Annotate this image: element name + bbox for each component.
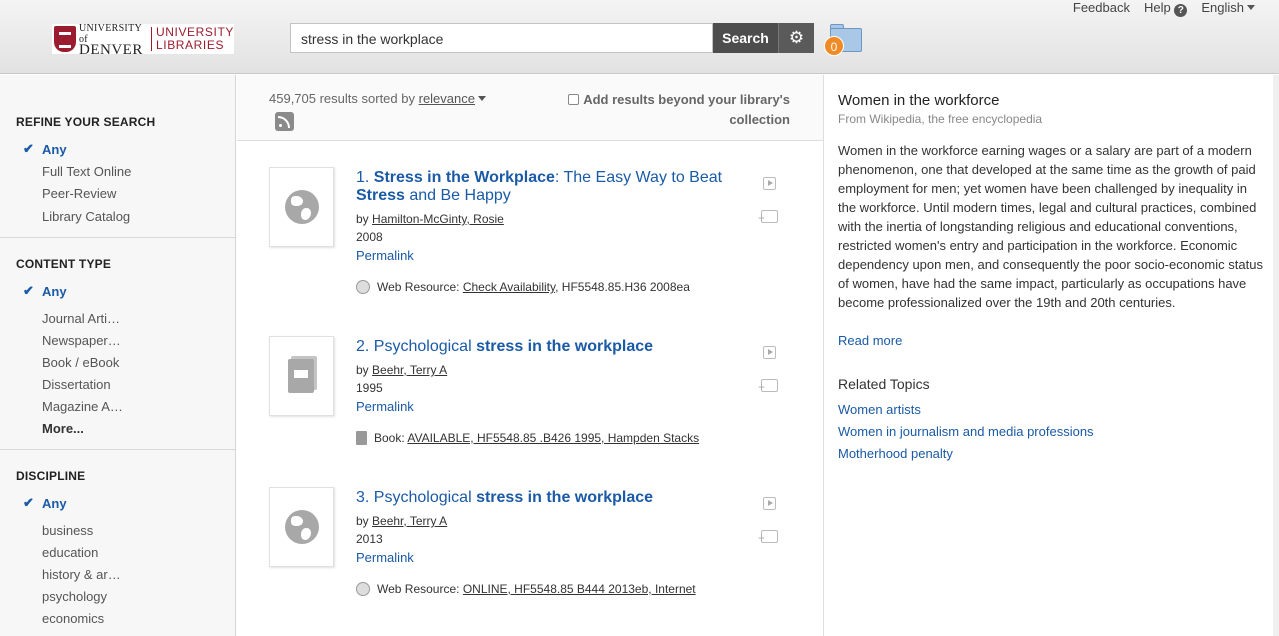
scrollbar[interactable] (1273, 75, 1279, 636)
results-header: 459,705 results sorted by relevance Add … (237, 75, 823, 141)
result-availability: Web Resource: Check Availability, HF5548… (356, 280, 690, 294)
top-nav: Feedback Help ? English (1073, 0, 1255, 17)
permalink[interactable]: Permalink (356, 550, 414, 565)
web-resource-icon (356, 582, 370, 596)
preview-icon[interactable] (763, 346, 776, 359)
feedback-link[interactable]: Feedback (1073, 0, 1130, 17)
web-resource-icon (356, 280, 370, 294)
facet-item-any[interactable]: Any (42, 142, 67, 157)
facet-item-any[interactable]: Any (42, 496, 67, 511)
result-availability: Web Resource: ONLINE, HF5548.85 B444 201… (356, 582, 696, 596)
facet-title-discipline: DISCIPLINE (16, 469, 86, 483)
topic-source: From Wikipedia, the free encyclopedia (838, 112, 1043, 126)
language-select[interactable]: English (1201, 0, 1255, 17)
facet-item-business[interactable]: business (42, 523, 93, 538)
read-more-link[interactable]: Read more (838, 333, 902, 348)
add-to-folder-icon[interactable] (758, 530, 778, 544)
availability-link[interactable]: Check Availability (463, 280, 555, 294)
result-author: by Beehr, Terry A (356, 514, 448, 528)
gear-icon[interactable]: ⚙ (778, 23, 814, 53)
facet-title-content-type: CONTENT TYPE (16, 257, 112, 271)
facet-item-any[interactable]: Any (42, 284, 67, 299)
result-year: 2008 (356, 230, 383, 244)
facet-item-magazine[interactable]: Magazine A… (42, 399, 123, 414)
checkmark-icon: ✔ (23, 141, 34, 156)
related-topic-link[interactable]: Motherhood penalty (838, 446, 953, 461)
help-link[interactable]: Help ? (1144, 0, 1188, 17)
facet-item-history[interactable]: history & ar… (42, 567, 121, 582)
add-results-beyond-checkbox[interactable]: Add results beyond your library's collec… (560, 90, 790, 130)
result-thumbnail[interactable] (269, 487, 334, 567)
results-count: 459,705 results sorted by relevance (269, 91, 486, 106)
checkmark-icon: ✔ (23, 283, 34, 298)
preview-icon[interactable] (763, 177, 776, 190)
checkbox-icon[interactable] (568, 94, 580, 105)
author-link[interactable]: Hamilton-McGinty, Rosie (372, 212, 504, 226)
book-icon (356, 431, 367, 445)
folder-count-badge: 0 (824, 36, 844, 56)
facet-title-refine: REFINE YOUR SEARCH (16, 115, 156, 129)
header: UNIVERSITY of DENVER UNIVERSITY LIBRARIE… (0, 0, 1279, 74)
facet-item-education[interactable]: education (42, 545, 98, 560)
facet-item-psychology[interactable]: psychology (42, 589, 107, 604)
logo-libraries-text: UNIVERSITY LIBRARIES (155, 25, 234, 52)
rss-icon[interactable] (275, 112, 294, 131)
topic-explorer-panel: Women in the workforce From Wikipedia, t… (823, 75, 1279, 636)
saved-items-folder-icon[interactable]: 0 (824, 24, 862, 56)
facet-item-library-catalog[interactable]: Library Catalog (42, 209, 130, 224)
facet-item-dissertation[interactable]: Dissertation (42, 377, 111, 392)
result-year: 1995 (356, 381, 383, 395)
facet-item-full-text[interactable]: Full Text Online (42, 164, 131, 179)
shield-icon (54, 26, 76, 52)
permalink[interactable]: Permalink (356, 399, 414, 414)
author-link[interactable]: Beehr, Terry A (372, 514, 447, 528)
logo-denver-text: UNIVERSITY of DENVER (79, 22, 143, 58)
facet-more-link[interactable]: More... (42, 421, 84, 436)
result-author: by Beehr, Terry A (356, 363, 448, 377)
result-availability: Book: AVAILABLE, HF5548.85 .B426 1995, H… (356, 431, 699, 445)
permalink[interactable]: Permalink (356, 248, 414, 263)
search-input[interactable]: stress in the workplace (290, 23, 713, 53)
chevron-down-icon (477, 96, 486, 101)
availability-link[interactable]: ONLINE, HF5548.85 B444 2013eb, Internet (463, 582, 696, 596)
add-to-folder-icon[interactable] (758, 379, 778, 393)
topic-description: Women in the workforce earning wages or … (838, 143, 1263, 310)
results-list: 459,705 results sorted by relevance Add … (237, 75, 823, 636)
help-icon: ? (1174, 4, 1188, 17)
chevron-down-icon (1247, 5, 1255, 10)
topic-title: Women in the workforce (838, 92, 1000, 109)
related-topics-title: Related Topics (838, 376, 930, 392)
facet-item-economics[interactable]: economics (42, 611, 104, 626)
search-button[interactable]: Search (713, 23, 778, 53)
globe-icon (285, 190, 319, 224)
result-year: 2013 (356, 532, 383, 546)
related-topic-link[interactable]: Women artists (838, 402, 921, 417)
result-thumbnail[interactable] (269, 336, 334, 416)
result-author: by Hamilton-McGinty, Rosie (356, 212, 504, 226)
add-to-folder-icon[interactable] (758, 210, 778, 224)
availability-link[interactable]: AVAILABLE, HF5548.85 .B426 1995, Hampden… (407, 431, 699, 445)
author-link[interactable]: Beehr, Terry A (372, 363, 447, 377)
result-title[interactable]: 2. Psychological stress in the workplace (356, 338, 726, 356)
result-title[interactable]: 1. Stress in the Workplace: The Easy Way… (356, 169, 726, 205)
related-topic-link[interactable]: Women in journalism and media profession… (838, 424, 1094, 439)
globe-icon (285, 510, 319, 544)
university-logo[interactable]: UNIVERSITY of DENVER UNIVERSITY LIBRARIE… (52, 22, 234, 58)
refine-sidebar: REFINE YOUR SEARCH ✔ Any Full Text Onlin… (0, 75, 236, 636)
facet-item-journal[interactable]: Journal Arti… (42, 311, 120, 326)
facet-item-book[interactable]: Book / eBook (42, 355, 119, 370)
checkmark-icon: ✔ (23, 495, 34, 510)
result-thumbnail[interactable] (269, 167, 334, 247)
facet-item-peer-review[interactable]: Peer-Review (42, 186, 116, 201)
result-title[interactable]: 3. Psychological stress in the workplace (356, 489, 726, 507)
sort-select[interactable]: relevance (419, 91, 475, 106)
facet-item-newspaper[interactable]: Newspaper… (42, 333, 121, 348)
book-icon (288, 359, 314, 393)
preview-icon[interactable] (763, 497, 776, 510)
